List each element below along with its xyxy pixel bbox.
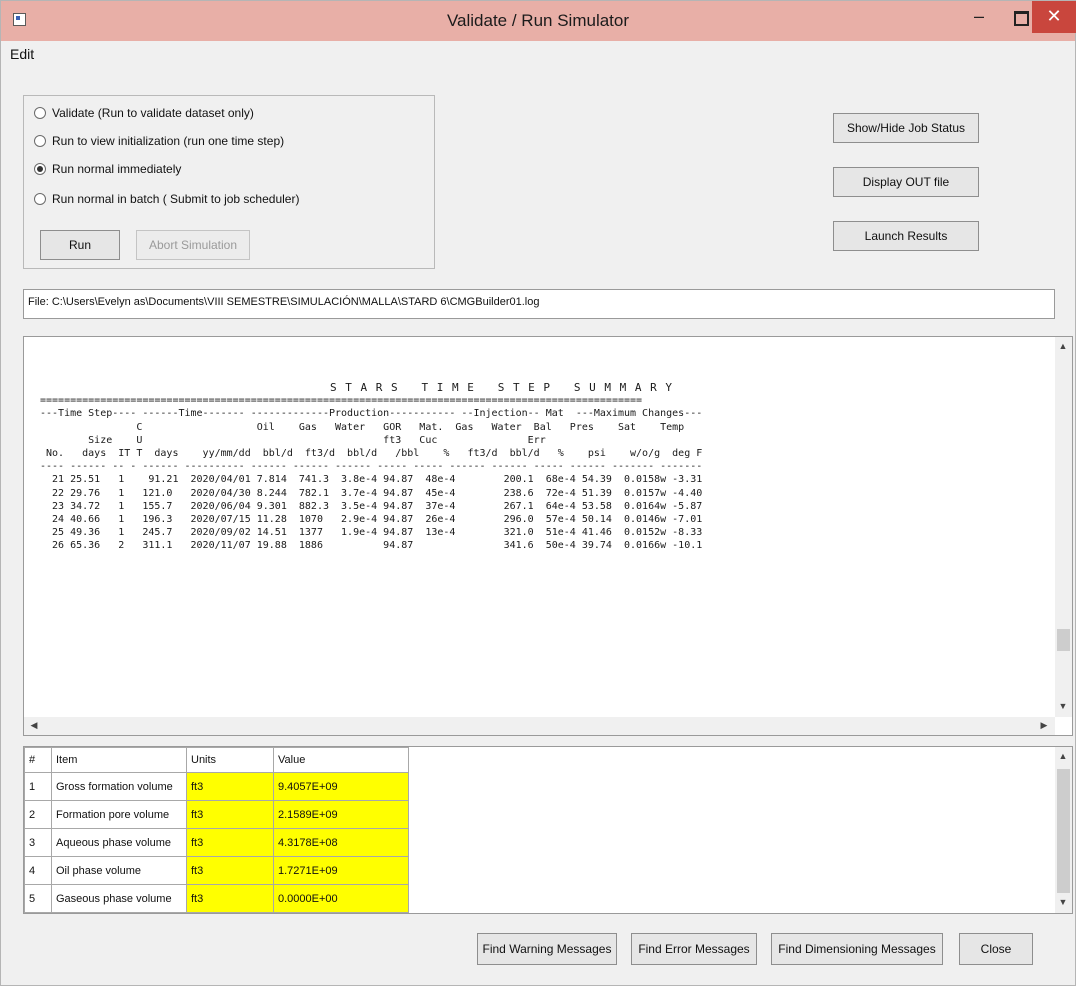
radio-init[interactable] — [34, 135, 46, 147]
scroll-right-icon[interactable]: ▶ — [1036, 720, 1052, 731]
radio-normal[interactable] — [34, 163, 46, 175]
run-options-group: Validate (Run to validate dataset only) … — [23, 95, 435, 269]
log-header-4: No. days IT T days yy/mm/dd bbl/d ft3/d … — [40, 448, 703, 460]
find-error-messages-button[interactable]: Find Error Messages — [631, 933, 757, 965]
scroll-up-icon[interactable]: ▲ — [1055, 341, 1071, 351]
show-hide-job-status-button[interactable]: Show/Hide Job Status — [833, 113, 979, 143]
close-window-button[interactable]: ✕ — [1032, 1, 1076, 33]
grid-cell-value: 0.0000E+00 — [273, 884, 409, 913]
scroll-left-icon[interactable]: ◀ — [26, 720, 42, 731]
option-normal[interactable]: Run normal immediately — [34, 158, 181, 180]
grid-cell-item: Gross formation volume — [51, 772, 187, 801]
table-row[interactable]: 5 Gaseous phase volume ft3 0.0000E+00 — [24, 884, 409, 913]
grid-cell-value: 4.3178E+08 — [273, 828, 409, 857]
log-header-5: ---- ------ -- - ------ ---------- -----… — [40, 461, 703, 473]
grid-header-units[interactable]: Units — [186, 747, 274, 773]
grid-cell-units: ft3 — [186, 772, 274, 801]
log-header-2: C Oil Gas Water GOR Mat. Gas Water Bal P… — [40, 421, 685, 433]
option-batch[interactable]: Run normal in batch ( Submit to job sche… — [34, 188, 299, 210]
option-init[interactable]: Run to view initialization (run one time… — [34, 130, 284, 152]
table-row[interactable]: 1 Gross formation volume ft3 9.4057E+09 — [24, 772, 409, 801]
minimize-button[interactable]: – — [959, 1, 999, 33]
grid-cell-item: Oil phase volume — [51, 856, 187, 885]
grid-cell-value: 1.7271E+09 — [273, 856, 409, 885]
log-row: 25 49.36 1 245.7 2020/09/02 14.51 1377 1… — [40, 527, 703, 539]
grid-scroll-down-icon[interactable]: ▼ — [1055, 897, 1071, 907]
grid-header-item[interactable]: Item — [51, 747, 187, 773]
display-out-file-button[interactable]: Display OUT file — [833, 167, 979, 197]
log-text: S T A R S T I M E S T E P S U M M A R Y =… — [40, 381, 1050, 553]
grid-cell-item: Gaseous phase volume — [51, 884, 187, 913]
option-init-label: Run to view initialization (run one time… — [52, 134, 285, 148]
results-grid-panel[interactable]: # Item Units Value 1 Gross formation vol… — [23, 746, 1073, 914]
grid-cell-item: Aqueous phase volume — [51, 828, 187, 857]
grid-cell-num: 5 — [24, 884, 52, 913]
run-button[interactable]: Run — [40, 230, 120, 260]
title-bar[interactable]: Validate / Run Simulator – ✕ — [1, 1, 1076, 41]
grid-cell-units: ft3 — [186, 856, 274, 885]
log-row: 24 40.66 1 196.3 2020/07/15 11.28 1070 2… — [40, 514, 703, 526]
grid-vertical-scrollbar[interactable]: ▲ ▼ — [1055, 747, 1072, 913]
grid-header-value[interactable]: Value — [273, 747, 409, 773]
radio-batch[interactable] — [34, 193, 46, 205]
results-grid: # Item Units Value 1 Gross formation vol… — [24, 747, 409, 913]
menu-bar: Edit — [1, 41, 1075, 67]
log-horizontal-scrollbar[interactable]: ◀ ▶ — [24, 717, 1055, 735]
bottom-action-bar: Find Warning Messages Find Error Message… — [1, 919, 1075, 987]
grid-cell-units: ft3 — [186, 800, 274, 829]
log-scroll-thumb[interactable] — [1057, 629, 1070, 651]
grid-scroll-thumb[interactable] — [1057, 769, 1070, 893]
table-row[interactable]: 2 Formation pore volume ft3 2.1589E+09 — [24, 800, 409, 829]
log-row: 22 29.76 1 121.0 2020/04/30 8.244 782.1 … — [40, 487, 703, 499]
grid-header-num[interactable]: # — [24, 747, 52, 773]
log-vertical-scrollbar[interactable]: ▲ ▼ — [1055, 337, 1072, 717]
log-output-panel[interactable]: S T A R S T I M E S T E P S U M M A R Y =… — [23, 336, 1073, 736]
log-title: S T A R S T I M E S T E P S U M M A R Y — [330, 381, 674, 394]
launch-results-button[interactable]: Launch Results — [833, 221, 979, 251]
log-file-path: File: C:\Users\Evelyn as\Documents\VIII … — [23, 289, 1055, 319]
radio-validate[interactable] — [34, 107, 46, 119]
log-row: 23 34.72 1 155.7 2020/06/04 9.301 882.3 … — [40, 500, 703, 512]
menu-edit[interactable]: Edit — [10, 46, 34, 62]
option-validate[interactable]: Validate (Run to validate dataset only) — [34, 102, 254, 124]
log-header-1: ---Time Step---- ------Time------- -----… — [40, 408, 703, 420]
grid-cell-value: 9.4057E+09 — [273, 772, 409, 801]
grid-scroll-up-icon[interactable]: ▲ — [1055, 751, 1071, 761]
window-title: Validate / Run Simulator — [446, 11, 630, 30]
table-row[interactable]: 3 Aqueous phase volume ft3 4.3178E+08 — [24, 828, 409, 857]
scroll-down-icon[interactable]: ▼ — [1055, 701, 1071, 711]
grid-cell-num: 1 — [24, 772, 52, 801]
grid-cell-units: ft3 — [186, 828, 274, 857]
validate-run-simulator-window: Validate / Run Simulator – ✕ Edit Valida… — [0, 0, 1076, 986]
grid-header-row: # Item Units Value — [24, 747, 409, 773]
grid-cell-value: 2.1589E+09 — [273, 800, 409, 829]
grid-cell-units: ft3 — [186, 884, 274, 913]
log-divider: ========================================… — [40, 395, 643, 407]
find-warning-messages-button[interactable]: Find Warning Messages — [477, 933, 617, 965]
log-header-3: Size U ft3 Cuc Err — [40, 434, 546, 446]
table-row[interactable]: 4 Oil phase volume ft3 1.7271E+09 — [24, 856, 409, 885]
abort-simulation-button[interactable]: Abort Simulation — [136, 230, 250, 260]
option-normal-label: Run normal immediately — [52, 162, 182, 176]
log-row: 26 65.36 2 311.1 2020/11/07 19.88 1886 9… — [40, 540, 703, 552]
grid-cell-item: Formation pore volume — [51, 800, 187, 829]
maximize-icon — [1013, 11, 1029, 26]
grid-cell-num: 4 — [24, 856, 52, 885]
close-button[interactable]: Close — [959, 933, 1033, 965]
grid-cell-num: 2 — [24, 800, 52, 829]
find-dimensioning-messages-button[interactable]: Find Dimensioning Messages — [771, 933, 943, 965]
log-row: 21 25.51 1 91.21 2020/04/01 7.814 741.3 … — [40, 474, 703, 486]
option-batch-label: Run normal in batch ( Submit to job sche… — [52, 192, 300, 206]
option-validate-label: Validate (Run to validate dataset only) — [52, 106, 254, 120]
grid-cell-num: 3 — [24, 828, 52, 857]
